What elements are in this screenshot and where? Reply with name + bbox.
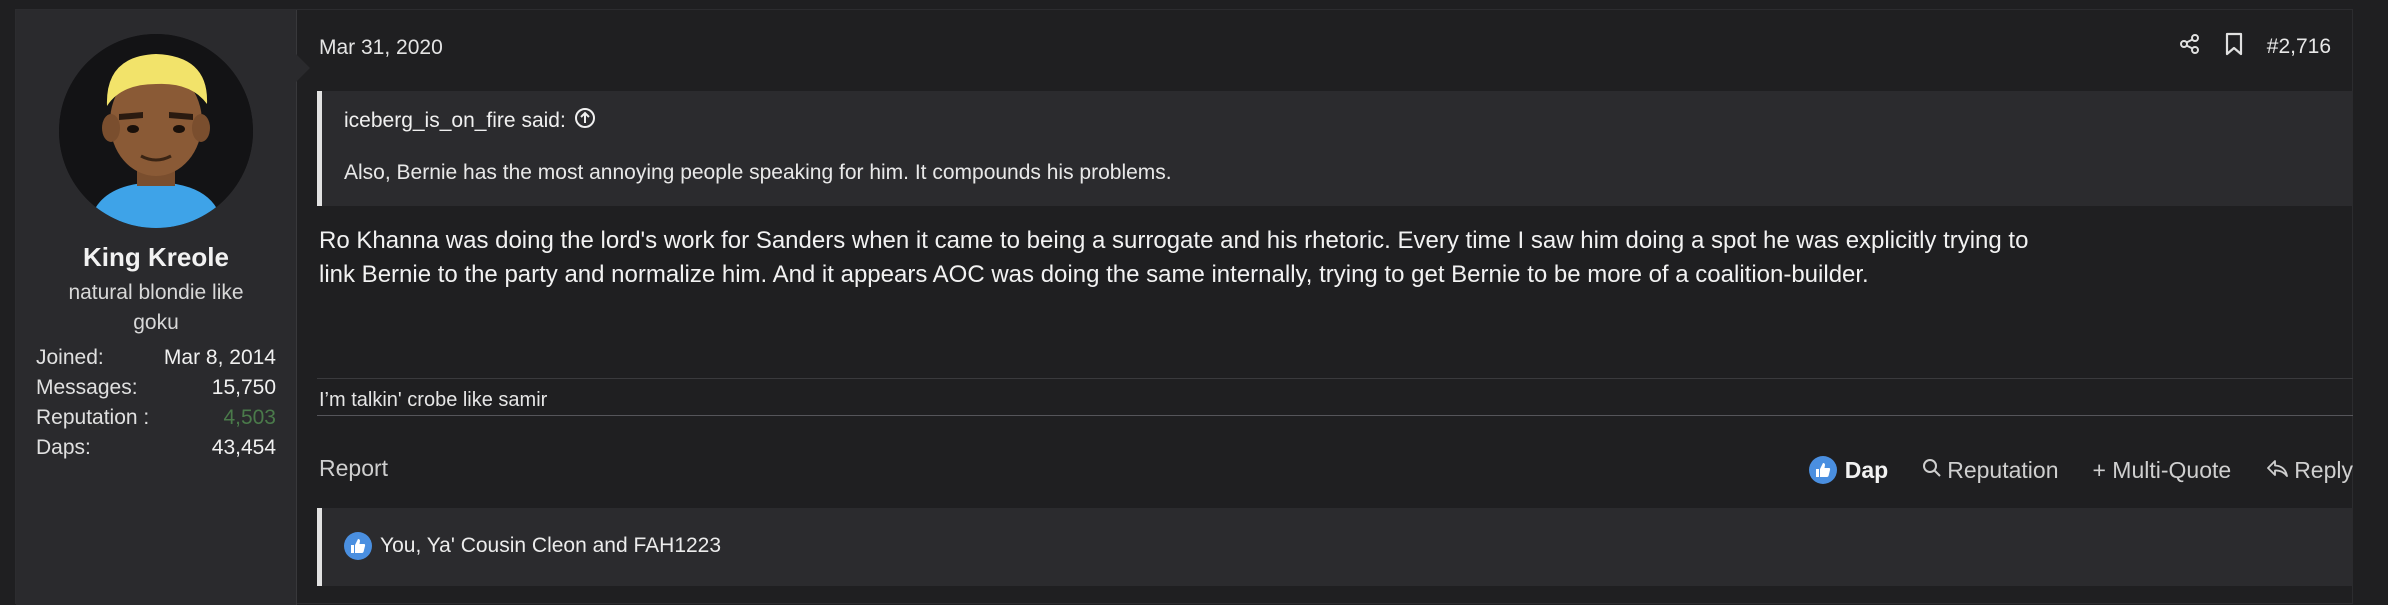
message-line: link Bernie to the party and normalize h…	[319, 261, 1869, 288]
quote-header[interactable]: iceberg_is_on_fire said:	[344, 107, 596, 135]
stat-messages: Messages: 15,750	[36, 373, 276, 403]
quote-text: Also, Bernie has the most annoying peopl…	[344, 161, 1172, 184]
signature-divider-bottom	[317, 415, 2353, 416]
thumbs-up-icon	[344, 532, 372, 560]
stat-value[interactable]: 15,750	[212, 373, 276, 403]
avatar-image	[59, 34, 253, 228]
search-icon	[1922, 457, 1942, 484]
user-sidebar: King Kreole natural blondie like goku Jo…	[16, 10, 310, 605]
message-body: Ro Khanna was doing the lord's work for …	[319, 224, 2319, 292]
multi-quote-button[interactable]: + Multi-Quote	[2092, 457, 2231, 484]
quote-block: iceberg_is_on_fire said: Also, Bernie ha…	[317, 91, 2353, 206]
stat-label: Daps:	[36, 436, 91, 459]
post-tools: #2,716	[2179, 32, 2331, 61]
thumbs-up-icon	[1808, 456, 1837, 484]
stat-label: Reputation :	[36, 406, 150, 429]
reactions-text[interactable]: You, Ya' Cousin Cleon and FAH1223	[380, 534, 721, 558]
stat-value: 4,503	[223, 406, 276, 429]
bookmark-icon[interactable]	[2225, 32, 2243, 61]
reputation-label: Reputation	[1947, 456, 2059, 483]
username[interactable]: King Kreole	[16, 242, 296, 273]
user-title: natural blondie like goku	[68, 281, 244, 334]
dap-label: Dap	[1844, 456, 1889, 483]
quote-author[interactable]: iceberg_is_on_fire said:	[344, 109, 566, 133]
post-number[interactable]: #2,716	[2267, 35, 2331, 59]
arrow-up-circle-icon[interactable]	[574, 107, 596, 135]
stat-label: Joined:	[36, 346, 104, 369]
signature-divider	[317, 378, 2353, 379]
reply-button[interactable]: Reply	[2265, 457, 2353, 484]
stat-value: 43,454	[211, 436, 276, 459]
signature: I’m talkin' crobe like samir	[319, 389, 548, 411]
multi-quote-label: + Multi-Quote	[2092, 456, 2232, 483]
reply-icon	[2265, 457, 2289, 484]
stat-reputation: Reputation : 4,503	[36, 403, 276, 433]
message-line: Ro Khanna was doing the lord's work for …	[319, 227, 2029, 254]
stat-daps: Daps: 43,454	[36, 433, 276, 463]
stat-value: Mar 8, 2014	[163, 346, 276, 369]
stat-joined: Joined: Mar 8, 2014	[36, 343, 276, 373]
reactions-list[interactable]: You, Ya' Cousin Cleon and FAH1223	[344, 532, 721, 560]
stat-label: Messages:	[36, 376, 138, 399]
user-stats: Joined: Mar 8, 2014 Messages: 15,750 Rep…	[36, 343, 276, 463]
post-date[interactable]: Mar 31, 2020	[319, 36, 443, 60]
post-main: Mar 31, 2020 #2,716 iceberg_is_on_fire s…	[297, 10, 2353, 603]
avatar[interactable]	[59, 34, 253, 228]
post-container: King Kreole natural blondie like goku Jo…	[15, 9, 2353, 605]
reactions-bar: You, Ya' Cousin Cleon and FAH1223	[317, 508, 2353, 586]
report-button[interactable]: Report	[319, 455, 388, 482]
action-bar: Report Dap Reputation + Multi-Quote Repl…	[317, 450, 2353, 490]
reputation-button[interactable]: Reputation	[1922, 457, 2058, 484]
post-actions: Dap Reputation + Multi-Quote Reply	[1808, 450, 2353, 490]
dap-button[interactable]: Dap	[1808, 456, 1889, 484]
share-icon[interactable]	[2179, 33, 2201, 60]
reply-label: Reply	[2294, 456, 2353, 483]
